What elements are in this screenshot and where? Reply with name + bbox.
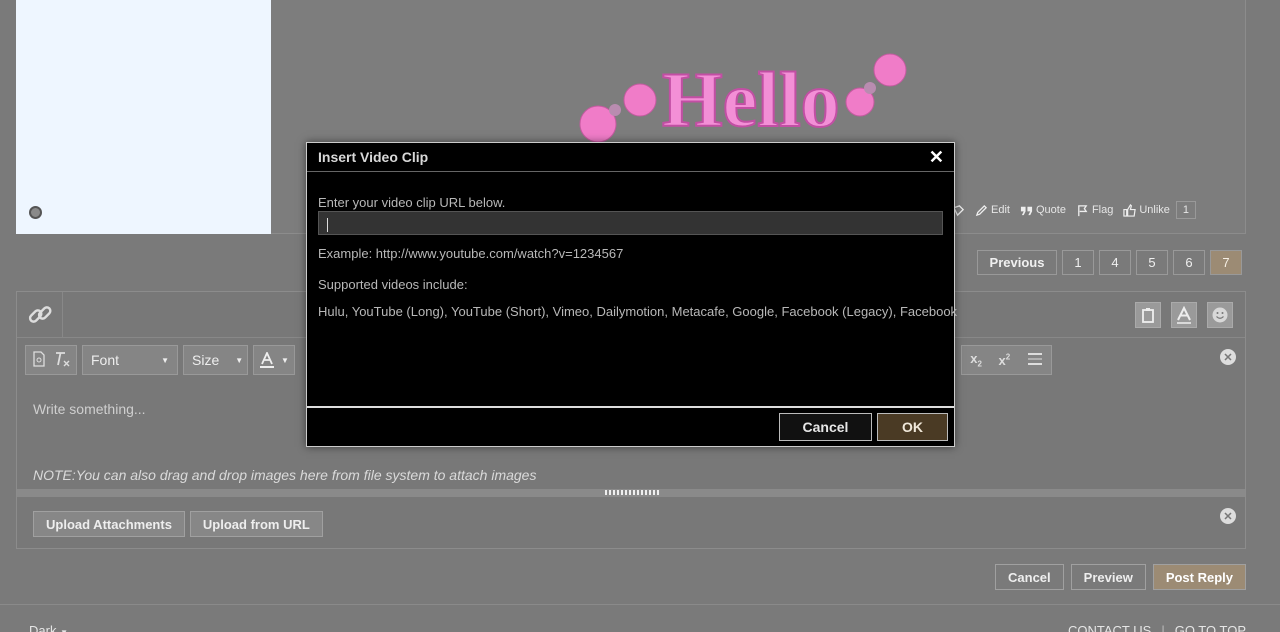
- dialog-header: Insert Video Clip ✕: [307, 143, 954, 172]
- toolbar-group-script: x2 x2: [961, 345, 1052, 375]
- size-select-label: Size: [192, 352, 220, 368]
- link-icon: [28, 306, 52, 323]
- page-button-1[interactable]: 1: [1062, 250, 1094, 275]
- flag-icon: [1078, 204, 1088, 216]
- like-count-badge: 1: [1175, 201, 1197, 219]
- hello-image: Hello: [579, 53, 907, 142]
- unlike-label: Unlike: [1139, 204, 1170, 216]
- clear-format-icon: [56, 351, 70, 366]
- supported-providers: Hulu, YouTube (Long), YouTube (Short), V…: [318, 304, 958, 319]
- subscript-icon: x2: [970, 351, 982, 369]
- page-footer: Dark ▼ CONTACT US | GO TO TOP: [0, 604, 1280, 632]
- page-button-4[interactable]: 4: [1099, 250, 1131, 275]
- dialog-title: Insert Video Clip: [318, 149, 429, 165]
- dialog-cancel-button[interactable]: Cancel: [779, 413, 872, 441]
- chevron-down-icon: ▼: [161, 355, 169, 365]
- dialog-ok-button[interactable]: OK: [877, 413, 948, 441]
- online-status-icon: [29, 206, 42, 219]
- attachment-row: Upload Attachments Upload from URL: [33, 511, 323, 537]
- theme-selector[interactable]: Dark ▼: [29, 623, 68, 632]
- font-color-icon: [260, 352, 274, 368]
- remove-format-button[interactable]: [53, 351, 71, 370]
- text-format-button[interactable]: [1171, 302, 1197, 328]
- reply-actions: Cancel Preview Post Reply: [995, 564, 1246, 590]
- editor-top-icons: [1135, 302, 1233, 328]
- page-button-current[interactable]: 7: [1210, 250, 1242, 275]
- subscript-button[interactable]: x2: [970, 351, 982, 369]
- strikethrough-button[interactable]: [1027, 351, 1043, 370]
- unlike-action[interactable]: Unlike: [1123, 203, 1170, 217]
- close-attachments-icon[interactable]: ✕: [1220, 508, 1236, 524]
- toolbar-group-doc: [25, 345, 77, 375]
- close-toolbar-icon[interactable]: ✕: [1220, 349, 1236, 365]
- emoji-button[interactable]: [1207, 302, 1233, 328]
- footer-divider: |: [1161, 623, 1165, 632]
- upload-attachments-button[interactable]: Upload Attachments: [33, 511, 185, 537]
- insert-video-dialog: Insert Video Clip ✕ Enter your video cli…: [306, 142, 958, 447]
- quote-label: Quote: [1035, 204, 1066, 216]
- quote-action[interactable]: Quote: [1020, 204, 1066, 217]
- thumbs-up-icon: [1123, 203, 1137, 217]
- drag-drop-note: NOTE:You can also drag and drop images h…: [33, 467, 537, 483]
- editor-placeholder: Write something...: [33, 401, 146, 417]
- chevron-down-icon: ▼: [235, 355, 244, 365]
- go-to-top-link[interactable]: GO TO TOP: [1175, 623, 1246, 632]
- formatting-toolbar: Font ▼ Size ▼ ▼: [25, 345, 295, 375]
- text-color-button[interactable]: ▼: [253, 345, 295, 375]
- editor-resize-bar[interactable]: [17, 489, 1245, 497]
- text-style-icon: [1177, 306, 1191, 324]
- contact-us-link[interactable]: CONTACT US: [1068, 623, 1151, 632]
- resize-grip-icon[interactable]: [605, 490, 659, 495]
- flag-action[interactable]: Flag: [1076, 204, 1113, 217]
- page-button-6[interactable]: 6: [1173, 250, 1205, 275]
- theme-label: Dark: [29, 623, 57, 632]
- close-icon[interactable]: ✕: [929, 148, 944, 166]
- text-cursor: [327, 218, 328, 232]
- superscript-icon: x2: [998, 352, 1011, 368]
- preview-button[interactable]: Preview: [1070, 564, 1146, 590]
- video-url-input[interactable]: [318, 211, 943, 235]
- cancel-reply-button[interactable]: Cancel: [995, 564, 1064, 590]
- smiley-icon: [1212, 307, 1228, 323]
- clipboard-icon: [1142, 308, 1154, 323]
- previous-page-button[interactable]: Previous: [977, 250, 1057, 275]
- footer-links: CONTACT US | GO TO TOP: [1068, 623, 1246, 632]
- size-select[interactable]: Size ▼: [183, 345, 248, 375]
- dialog-footer: Cancel OK: [307, 406, 954, 446]
- dialog-body: Enter your video clip URL below. Example…: [318, 195, 958, 319]
- edit-action[interactable]: Edit: [975, 204, 1010, 217]
- edit-label: Edit: [991, 204, 1010, 216]
- chevron-down-icon: ▼: [60, 628, 68, 632]
- supported-label: Supported videos include:: [318, 277, 468, 292]
- pagination: Previous 1 4 5 6 7: [977, 250, 1242, 275]
- document-icon: [33, 350, 45, 367]
- superscript-button[interactable]: x2: [998, 352, 1010, 367]
- post-actions: Edit Quote Flag Unlike 1: [952, 200, 1197, 220]
- quote-icon: [1020, 206, 1033, 215]
- url-example: Example: http://www.youtube.com/watch?v=…: [318, 246, 624, 261]
- paste-button[interactable]: [1135, 302, 1161, 328]
- post-author-sidebar: [16, 0, 271, 234]
- post-reply-button[interactable]: Post Reply: [1152, 564, 1246, 590]
- link-tab[interactable]: [17, 292, 63, 338]
- flag-label: Flag: [1091, 204, 1114, 216]
- chevron-down-icon: ▼: [281, 355, 289, 365]
- font-select[interactable]: Font ▼: [82, 345, 178, 375]
- hello-image-text: Hello: [662, 56, 840, 142]
- strikethrough-icon: [1027, 352, 1042, 365]
- page-button-5[interactable]: 5: [1136, 250, 1168, 275]
- font-select-label: Font: [91, 352, 120, 368]
- url-field-label: Enter your video clip URL below.: [318, 195, 506, 210]
- pencil-icon: [975, 204, 988, 216]
- new-document-button[interactable]: [31, 350, 47, 370]
- upload-from-url-button[interactable]: Upload from URL: [189, 511, 323, 537]
